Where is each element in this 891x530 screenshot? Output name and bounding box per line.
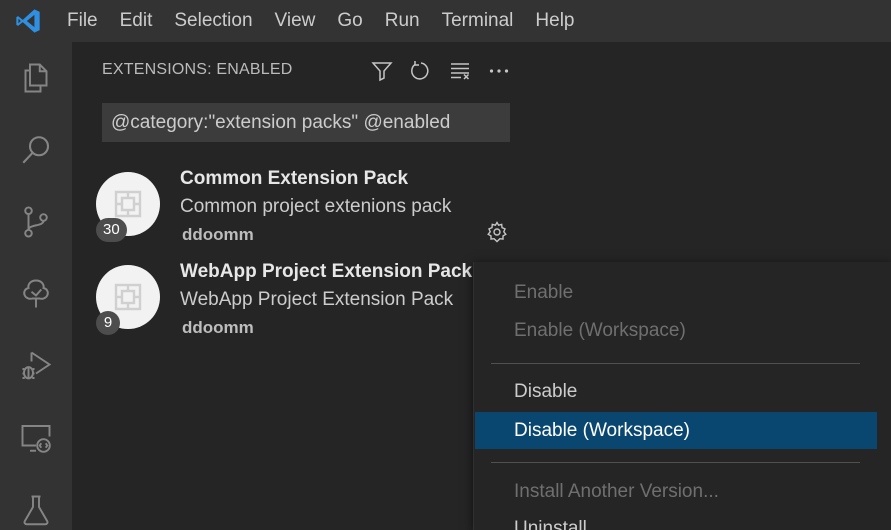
menu-selection[interactable]: Selection xyxy=(163,0,263,42)
menu-separator xyxy=(491,363,860,364)
menu-item-enable[interactable]: Enable xyxy=(475,274,877,311)
extension-search-input[interactable] xyxy=(102,103,510,142)
menu-go[interactable]: Go xyxy=(326,0,373,42)
extension-publisher: ddoomm xyxy=(182,318,254,337)
source-control-icon[interactable] xyxy=(14,200,58,244)
testing-icon[interactable] xyxy=(14,488,58,530)
extension-count-badge: 30 xyxy=(96,218,127,242)
view-title: EXTENSIONS: ENABLED xyxy=(102,61,293,78)
menu-item-disable[interactable]: Disable xyxy=(475,373,877,410)
extension-count-badge: 9 xyxy=(96,311,120,335)
gear-icon[interactable] xyxy=(482,217,512,247)
extension-name: Common Extension Pack xyxy=(180,168,409,189)
clear-icon[interactable] xyxy=(440,56,479,86)
menu-view[interactable]: View xyxy=(264,0,327,42)
title-actions xyxy=(362,56,518,86)
run-debug-icon[interactable] xyxy=(14,344,58,388)
menu-item-enable-workspace[interactable]: Enable (Workspace) xyxy=(475,312,877,349)
menu-run[interactable]: Run xyxy=(374,0,431,42)
menu-item-disable-workspace[interactable]: Disable (Workspace) xyxy=(475,412,877,449)
vscode-logo-icon xyxy=(0,0,56,42)
refresh-icon[interactable] xyxy=(401,56,440,86)
more-icon[interactable] xyxy=(479,56,518,86)
extension-item[interactable]: 30 Common Extension Pack Common project … xyxy=(72,164,891,257)
remote-explorer-icon[interactable] xyxy=(14,416,58,460)
files-icon[interactable] xyxy=(14,56,58,100)
search-icon[interactable] xyxy=(14,128,58,172)
extension-publisher: ddoomm xyxy=(182,225,254,244)
activity-bar xyxy=(0,42,72,530)
extension-context-menu: Enable Enable (Workspace) Disable Disabl… xyxy=(473,262,891,530)
menu-edit[interactable]: Edit xyxy=(109,0,164,42)
menu-separator xyxy=(491,462,860,463)
menu-terminal[interactable]: Terminal xyxy=(431,0,525,42)
menu-help[interactable]: Help xyxy=(524,0,585,42)
extension-name: WebApp Project Extension Pack xyxy=(180,261,473,282)
menu-file[interactable]: File xyxy=(56,0,109,42)
tree-icon[interactable] xyxy=(14,272,58,316)
extension-description: Common project extenions pack xyxy=(180,196,452,217)
menu-bar: File Edit Selection View Go Run Terminal… xyxy=(0,0,891,42)
menu-item-uninstall[interactable]: Uninstall xyxy=(475,510,877,530)
filter-icon[interactable] xyxy=(362,56,401,86)
menu-item-install-another-version[interactable]: Install Another Version... xyxy=(475,473,877,510)
extension-description: WebApp Project Extension Pack xyxy=(180,289,454,310)
